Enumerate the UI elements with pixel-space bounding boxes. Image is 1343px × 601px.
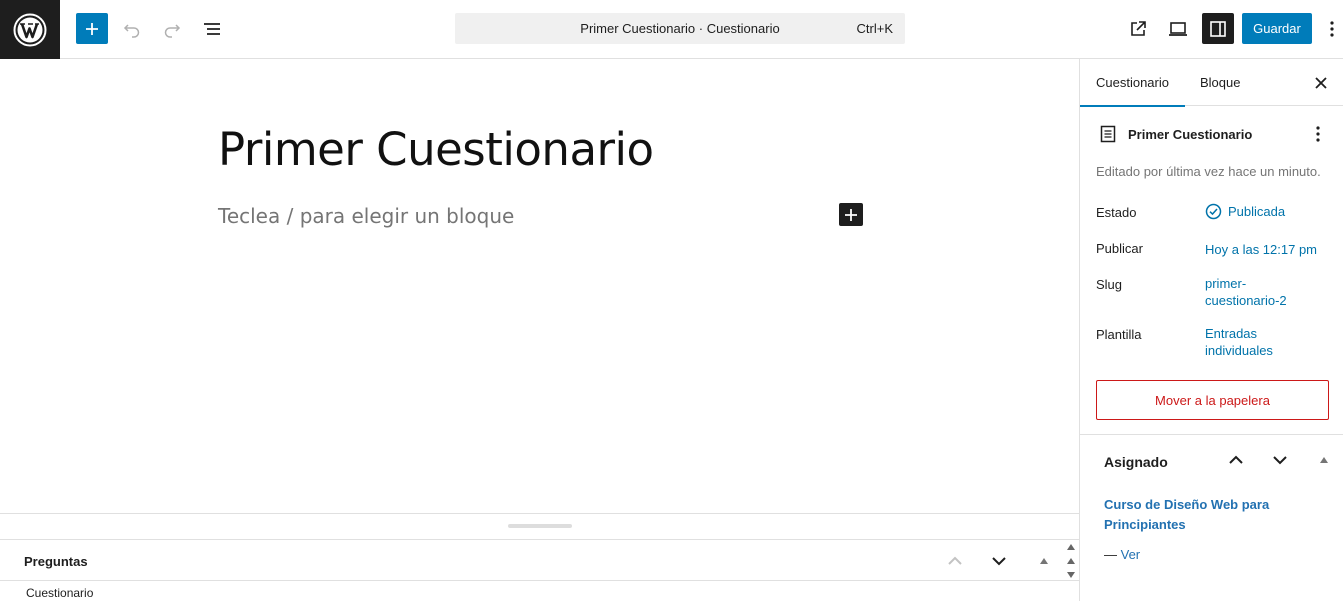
view-course-link[interactable]: Ver xyxy=(1121,547,1141,562)
document-summary-panel: Primer Cuestionario Editado por última v… xyxy=(1080,106,1343,435)
plus-icon xyxy=(86,22,98,35)
move-to-trash-button[interactable]: Mover a la papelera xyxy=(1096,380,1329,420)
external-link-icon xyxy=(1131,20,1146,36)
list-view-icon xyxy=(204,22,220,35)
options-menu-button[interactable] xyxy=(1322,13,1342,44)
publish-date-button[interactable]: Hoy a las 12:17 pm xyxy=(1205,241,1335,258)
triangle-up-icon xyxy=(1040,558,1048,564)
editor-header: Primer Cuestionario · Cuestionario Ctrl+… xyxy=(0,0,1343,59)
assigned-title: Asignado xyxy=(1104,454,1168,470)
document-title: Primer Cuestionario xyxy=(1128,127,1253,142)
command-palette-bar[interactable]: Primer Cuestionario · Cuestionario Ctrl+… xyxy=(455,13,905,44)
check-circle-icon xyxy=(1205,203,1222,220)
course-link-line: Principiantes xyxy=(1104,517,1186,532)
sidebar-tabs: Cuestionario Bloque xyxy=(1080,59,1343,107)
list-view-button[interactable] xyxy=(198,13,226,44)
post-title[interactable]: Primer Cuestionario xyxy=(218,123,654,176)
editor-canvas: Primer Cuestionario Teclea / para elegir… xyxy=(0,59,1079,513)
metabox-subtitle: Cuestionario xyxy=(26,586,94,600)
assigned-move-down-button[interactable] xyxy=(1269,449,1291,471)
plus-icon xyxy=(845,208,857,221)
triangle-up-icon xyxy=(1067,544,1075,550)
tab-cuestionario[interactable]: Cuestionario xyxy=(1080,59,1185,107)
triangle-down-icon xyxy=(1067,572,1075,578)
slug-value-line: primer- xyxy=(1205,276,1247,291)
assigned-move-up-button[interactable] xyxy=(1225,449,1247,471)
redo-icon xyxy=(164,23,181,38)
chevron-down-icon xyxy=(992,557,1006,566)
status-label: Estado xyxy=(1096,205,1137,220)
settings-toggle-button[interactable] xyxy=(1202,13,1234,44)
assigned-toggle-button[interactable] xyxy=(1313,449,1335,471)
undo-button[interactable] xyxy=(118,13,146,44)
document-icon xyxy=(1100,125,1116,143)
chevron-up-icon xyxy=(1229,455,1243,464)
metabox-resize-handle[interactable] xyxy=(508,524,572,528)
command-bar-title: Primer Cuestionario · Cuestionario xyxy=(580,21,780,36)
metabox-resize-area xyxy=(0,513,1079,539)
more-vertical-icon xyxy=(1330,20,1334,37)
sidebar-toggle-icon xyxy=(1210,20,1226,37)
metabox-scrollbar[interactable] xyxy=(1064,544,1078,578)
metabox-move-down-button[interactable] xyxy=(988,550,1010,572)
publish-label: Publicar xyxy=(1096,241,1143,256)
assigned-metabox: Asignado Curso de Diseño Web para Princi… xyxy=(1080,435,1343,601)
redo-button[interactable] xyxy=(158,13,186,44)
template-label: Plantilla xyxy=(1096,327,1142,342)
preview-button[interactable] xyxy=(1164,13,1192,44)
last-edited-text: Editado por última vez hace un minuto. xyxy=(1096,164,1321,179)
assigned-view-row: — Ver xyxy=(1104,547,1140,562)
command-shortcut: Ctrl+K xyxy=(856,21,893,36)
slug-label: Slug xyxy=(1096,277,1123,292)
more-vertical-icon xyxy=(1316,126,1320,142)
status-value-button[interactable]: Publicada xyxy=(1205,203,1335,220)
tab-bloque[interactable]: Bloque xyxy=(1200,59,1240,106)
metabox-toggle-button[interactable] xyxy=(1033,550,1055,572)
laptop-icon xyxy=(1169,21,1187,36)
triangle-up-icon xyxy=(1320,457,1328,463)
document-actions-button[interactable] xyxy=(1308,123,1328,145)
chevron-up-icon xyxy=(948,556,962,565)
template-value-line: individuales xyxy=(1205,343,1273,358)
metabox-title: Preguntas xyxy=(24,554,88,569)
add-block-button[interactable] xyxy=(76,13,108,44)
block-placeholder[interactable]: Teclea / para elegir un bloque xyxy=(218,204,514,228)
close-sidebar-button[interactable] xyxy=(1310,72,1332,94)
triangle-up-icon xyxy=(1067,558,1075,564)
slug-value-line: cuestionario-2 xyxy=(1205,293,1287,308)
chevron-down-icon xyxy=(1273,456,1287,465)
close-icon xyxy=(1315,77,1327,89)
inline-add-block-button[interactable] xyxy=(839,203,863,226)
course-link-line: Curso de Diseño Web para xyxy=(1104,497,1270,512)
view-post-button[interactable] xyxy=(1124,13,1152,44)
view-prefix: — xyxy=(1104,547,1121,562)
assigned-course-link[interactable]: Curso de Diseño Web para Principiantes xyxy=(1104,495,1324,535)
wordpress-logo[interactable] xyxy=(0,0,60,59)
settings-sidebar: Cuestionario Bloque Primer Cuestionario … xyxy=(1079,59,1343,601)
save-button[interactable]: Guardar xyxy=(1242,13,1312,44)
slug-value-button[interactable]: primer- cuestionario-2 xyxy=(1205,275,1335,309)
metabox-move-up-button[interactable] xyxy=(944,550,966,572)
metabox-header: Preguntas xyxy=(0,539,1079,581)
template-value-button[interactable]: Entradas individuales xyxy=(1205,325,1335,359)
status-value: Publicada xyxy=(1228,204,1286,219)
wordpress-logo-icon xyxy=(13,13,47,46)
template-value-line: Entradas xyxy=(1205,326,1258,341)
undo-icon xyxy=(123,23,140,38)
